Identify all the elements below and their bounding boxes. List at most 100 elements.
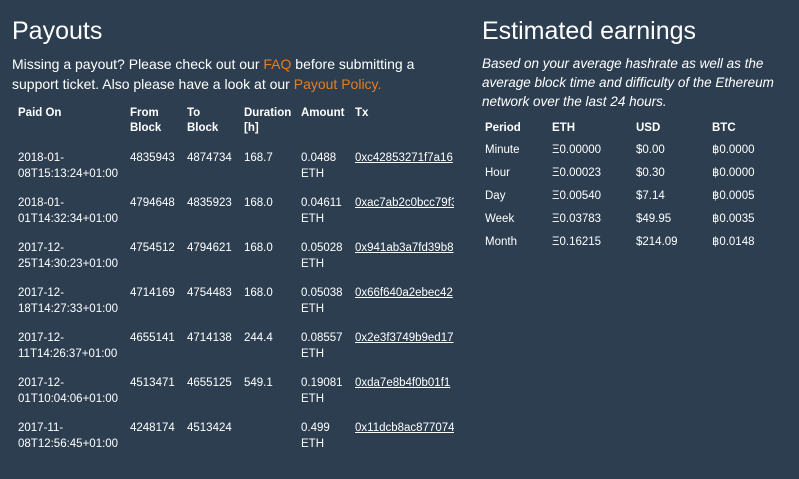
duration-cell: 168.7 [244, 152, 273, 164]
usd-cell: $7.14 [636, 190, 665, 202]
tx-link[interactable]: 0xda7e8b4f0b01f1 [355, 377, 450, 389]
tx-link[interactable]: 0xc42853271f7a16 [355, 152, 453, 164]
usd-cell: $214.09 [636, 236, 678, 248]
tx-cell: 0x2e3f3749b9ed17 [349, 330, 454, 375]
duration-cell: 168.0 [244, 287, 273, 299]
eth-cell: Ξ0.00000 [552, 144, 602, 156]
eth-cell: Ξ0.00023 [552, 167, 602, 179]
duration-cell: 244.4 [244, 332, 273, 344]
to-block-cell: 4513424 [187, 422, 232, 434]
tx-link[interactable]: 0x2e3f3749b9ed17 [355, 332, 454, 344]
col-btc: BTC [712, 122, 736, 134]
earnings-panel: Estimated earnings Based on your average… [482, 14, 792, 258]
payout-row: 2018-01-01T14:32:34+01:00 4794648 4835923 1… [12, 195, 454, 240]
paid-on-cell: 2017-12-01T10:04:06+01:00 [18, 377, 119, 405]
tx-cell: 0x941ab3a7fd39b8 [349, 240, 454, 285]
payout-row: 2017-12-11T14:26:37+01:00 4655141 4714138 2… [12, 330, 454, 375]
col-usd: USD [636, 122, 661, 134]
amount-cell: 0.04611 ETH [301, 197, 342, 225]
paid-on-cell: 2017-12-25T14:30:23+01:00 [18, 242, 119, 270]
col-duration: Duration [h] [244, 107, 292, 134]
period-cell: Day [485, 190, 506, 202]
paid-on-cell: 2017-12-18T14:27:33+01:00 [18, 287, 119, 315]
usd-cell: $49.95 [636, 213, 672, 225]
eth-cell: Ξ0.03783 [552, 213, 602, 225]
tx-link[interactable]: 0x11dcb8ac877074 [355, 422, 454, 434]
duration-cell: 168.0 [244, 242, 273, 254]
duration-cell: 168.0 [244, 197, 273, 209]
tx-link[interactable]: 0x941ab3a7fd39b8 [355, 242, 454, 254]
eth-cell: Ξ0.00540 [552, 190, 602, 202]
usd-cell: $0.30 [636, 167, 665, 179]
payout-row: 2017-12-18T14:27:33+01:00 4714169 4754483 1… [12, 285, 454, 330]
from-block-cell: 4754512 [130, 242, 175, 254]
col-paid-on: Paid On [18, 107, 62, 119]
earnings-header-row: Period ETH USD BTC [482, 121, 782, 143]
payout-row: 2017-11-08T12:56:45+01:00 4248174 4513424 0… [12, 420, 454, 465]
col-to-block: To Block [187, 107, 219, 134]
duration-cell [238, 420, 295, 465]
intro-text-1: Missing a payout? Please check out our [12, 56, 264, 72]
from-block-cell: 4655141 [130, 332, 175, 344]
tx-link[interactable]: 0x66f640a2ebec42 [355, 287, 453, 299]
earnings-row: Week Ξ0.03783 $49.95 ฿0.0035 [482, 212, 782, 235]
btc-cell: ฿0.0000 [712, 144, 755, 156]
tx-cell: 0xc42853271f7a16 [349, 150, 454, 195]
payouts-panel: Payouts Missing a payout? Please check o… [12, 14, 462, 465]
tx-cell: 0xac7ab2c0bcc79f3 [349, 195, 454, 240]
to-block-cell: 4874734 [187, 152, 232, 164]
earnings-subtitle: Based on your average hashrate as well a… [482, 56, 774, 109]
earnings-row: Month Ξ0.16215 $214.09 ฿0.0148 [482, 235, 782, 258]
payouts-title: Payouts [12, 17, 103, 45]
paid-on-cell: 2018-01-08T15:13:24+01:00 [18, 152, 119, 180]
amount-cell: 0.19081 ETH [301, 377, 343, 405]
to-block-cell: 4835923 [187, 197, 232, 209]
faq-link[interactable]: FAQ [263, 56, 291, 72]
col-period: Period [485, 122, 521, 134]
payout-row: 2017-12-01T10:04:06+01:00 4513471 4655125 5… [12, 375, 454, 420]
duration-cell: 549.1 [244, 377, 273, 389]
col-amount: Amount [301, 107, 345, 119]
btc-cell: ฿0.0005 [712, 190, 755, 202]
to-block-cell: 4754483 [187, 287, 232, 299]
payout-row: 2018-01-08T15:13:24+01:00 4835943 4874734 1… [12, 150, 454, 195]
to-block-cell: 4655125 [187, 377, 232, 389]
earnings-table: Period ETH USD BTC Minute Ξ0.00000 $0.00 ฿0… [482, 121, 782, 258]
paid-on-cell: 2017-12-11T14:26:37+01:00 [18, 332, 118, 360]
earnings-row: Day Ξ0.00540 $7.14 ฿0.0005 [482, 189, 782, 212]
to-block-cell: 4794621 [187, 242, 232, 254]
from-block-cell: 4513471 [130, 377, 175, 389]
period-cell: Month [485, 236, 517, 248]
amount-cell: 0.0488 ETH [301, 152, 337, 180]
payouts-table: Paid On From Block To Block Duration [h]… [12, 106, 454, 465]
tx-cell: 0x11dcb8ac877074 [349, 420, 454, 465]
paid-on-cell: 2017-11-08T12:56:45+01:00 [18, 422, 119, 450]
period-cell: Week [485, 213, 515, 225]
from-block-cell: 4248174 [130, 422, 175, 434]
btc-cell: ฿0.0148 [712, 236, 755, 248]
payout-policy-link[interactable]: Payout Policy. [294, 76, 382, 92]
paid-on-cell: 2018-01-01T14:32:34+01:00 [18, 197, 119, 225]
period-cell: Minute [485, 144, 520, 156]
tx-cell: 0x66f640a2ebec42 [349, 285, 454, 330]
from-block-cell: 4714169 [130, 287, 175, 299]
amount-cell: 0.499 ETH [301, 422, 330, 450]
payouts-intro: Missing a payout? Please check out our F… [12, 54, 462, 94]
btc-cell: ฿0.0000 [712, 167, 755, 179]
btc-cell: ฿0.0035 [712, 213, 755, 225]
period-cell: Hour [485, 167, 510, 179]
eth-cell: Ξ0.16215 [552, 236, 602, 248]
tx-link[interactable]: 0xac7ab2c0bcc79f3 [355, 197, 454, 209]
tx-cell: 0xda7e8b4f0b01f1 [349, 375, 454, 420]
from-block-cell: 4835943 [130, 152, 175, 164]
col-eth: ETH [552, 122, 575, 134]
payout-row: 2017-12-25T14:30:23+01:00 4754512 4794621 1… [12, 240, 454, 285]
earnings-row: Minute Ξ0.00000 $0.00 ฿0.0000 [482, 143, 782, 166]
col-from-block: From Block [130, 107, 162, 134]
amount-cell: 0.05028 ETH [301, 242, 343, 270]
col-tx: Tx [355, 107, 369, 119]
amount-cell: 0.05038 ETH [301, 287, 343, 315]
usd-cell: $0.00 [636, 144, 665, 156]
amount-cell: 0.08557 ETH [301, 332, 343, 360]
from-block-cell: 4794648 [130, 197, 175, 209]
